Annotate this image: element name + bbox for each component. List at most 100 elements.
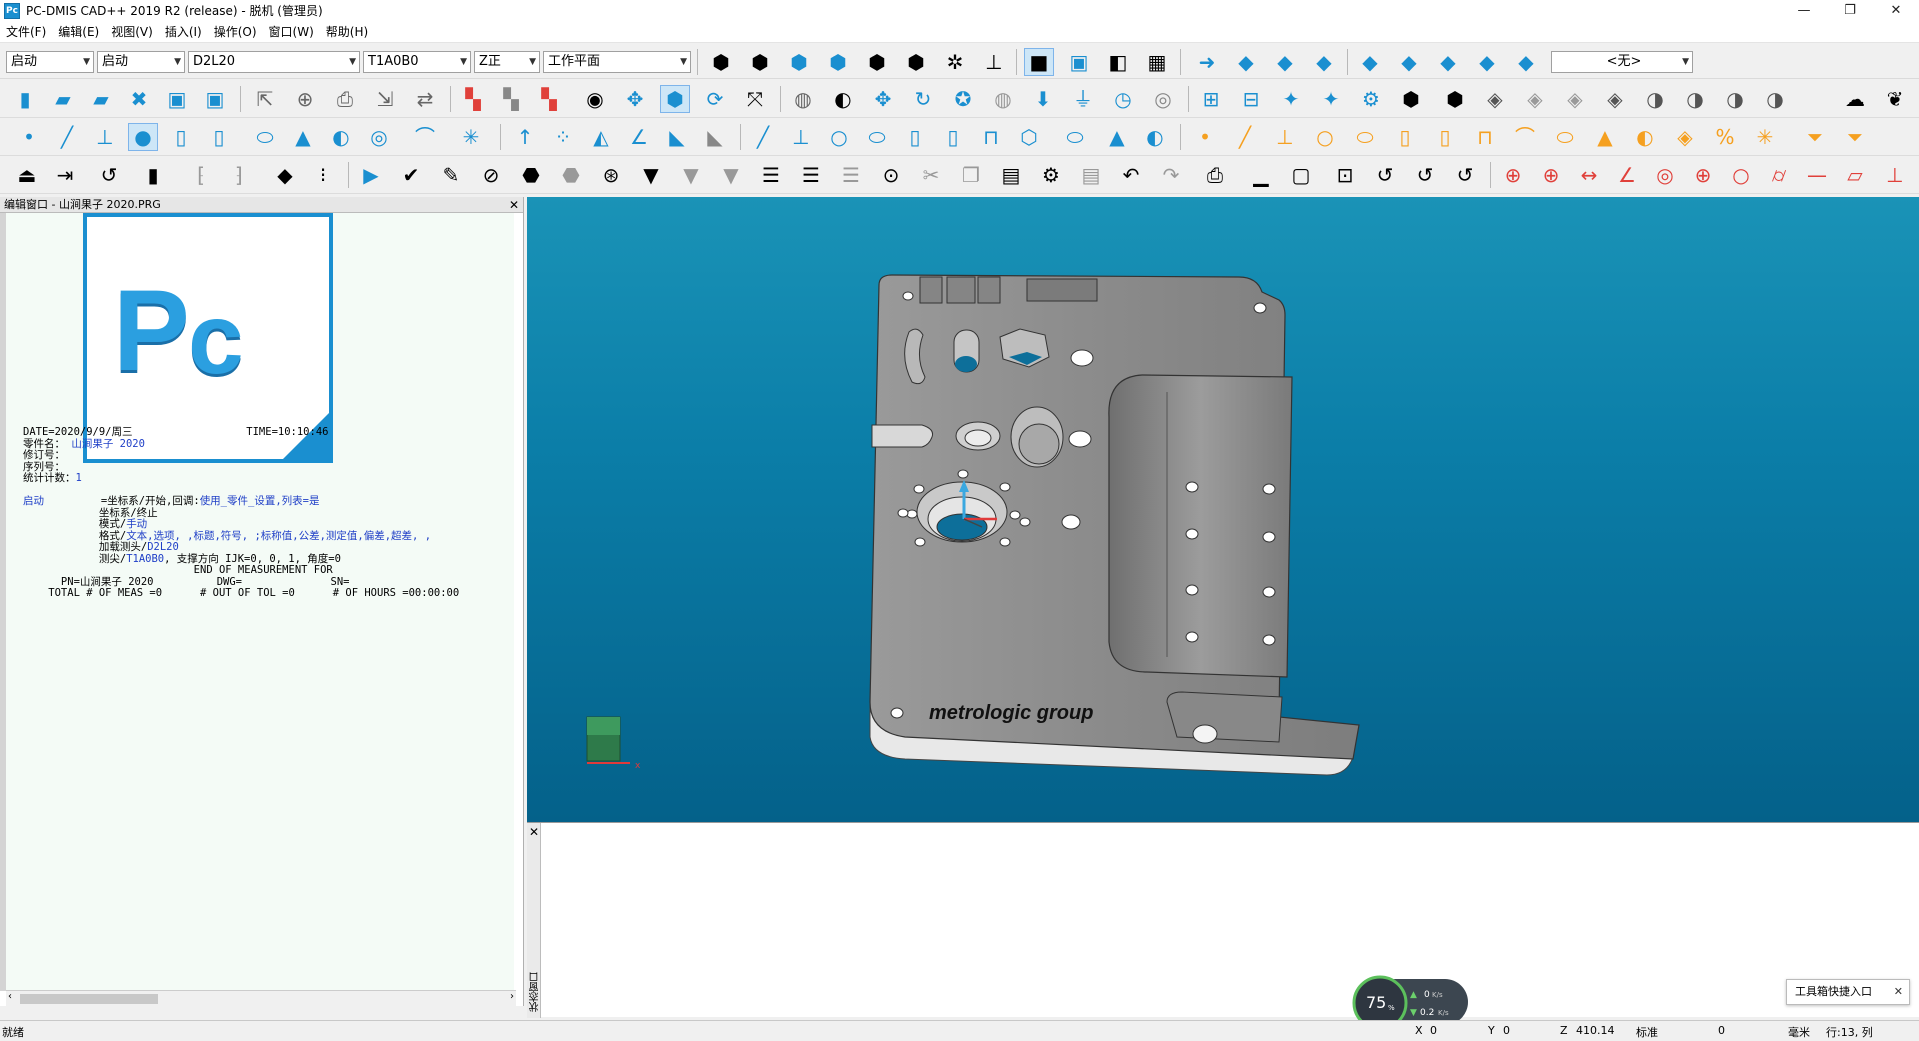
probe-down-icon[interactable]: ⬇ [1028, 85, 1058, 113]
probe-mode-icon[interactable]: ⏏ [12, 161, 42, 189]
close-file-icon[interactable]: ✖ [124, 85, 154, 113]
menu-operation[interactable]: 操作(O) [208, 21, 263, 43]
refresh-icon[interactable]: ⟳ [700, 85, 730, 113]
cube-tool-6-icon[interactable]: ◆ [1433, 48, 1463, 76]
settings-paste-icon[interactable]: ⚙ [1036, 161, 1066, 189]
stop-grey-icon[interactable]: ⬣ [556, 161, 586, 189]
settings-cube-icon[interactable]: ✦ [1316, 85, 1346, 113]
gear-cube-icon[interactable]: ⚙ [1356, 85, 1386, 113]
wireframe-mode-icon[interactable]: ▣ [1064, 48, 1094, 76]
scatter-icon[interactable]: ⁘ [548, 123, 578, 151]
open-folder-icon[interactable]: ▰ [48, 85, 78, 113]
constructed-point-icon[interactable]: • [1190, 123, 1220, 151]
list-2-icon[interactable]: ☰ [796, 161, 826, 189]
cube-grey-icon[interactable]: ◈ [1520, 85, 1550, 113]
sphere-feature-icon[interactable]: ◐ [326, 123, 356, 151]
menu-file[interactable]: 文件(F) [0, 21, 52, 43]
window-list-icon[interactable]: ⊡ [1330, 161, 1360, 189]
slot-2-icon[interactable]: ▯ [204, 123, 234, 151]
restore-button[interactable]: ❐ [1827, 0, 1873, 21]
save-as-icon[interactable]: ▣ [200, 85, 230, 113]
slot-icon[interactable]: ▯ [166, 123, 196, 151]
constructed-sphere-icon[interactable]: ◐ [1630, 123, 1660, 151]
dim-flatness-icon[interactable]: ▱ [1840, 161, 1870, 189]
point-icon[interactable]: • [14, 123, 44, 151]
sphere-icon[interactable]: ◐ [828, 85, 858, 113]
scroll-right-icon[interactable]: › [510, 991, 514, 1002]
dim-perpendicularity-icon[interactable]: ⊥ [1880, 161, 1910, 189]
check-doc-icon[interactable]: ✎ [436, 161, 466, 189]
dim-distance-icon[interactable]: ↔ [1574, 161, 1604, 189]
shade-mode-icon[interactable]: ◧ [1103, 48, 1133, 76]
vector-point-icon[interactable]: ↑ [510, 123, 540, 151]
constructed-star-icon[interactable]: ✳ [1750, 123, 1780, 151]
constructed-line-icon[interactable]: ╱ [1230, 123, 1260, 151]
brackets-2-icon[interactable]: ⁆ [224, 161, 254, 189]
slot-4-icon[interactable]: ▯ [938, 123, 968, 151]
cloud-icon[interactable]: ☁ [1840, 85, 1870, 113]
horizontal-scrollbar[interactable]: ‹ › [6, 990, 516, 1006]
print-import-icon[interactable]: ⎙ [330, 85, 360, 113]
view-alignment-select[interactable]: 启动 ▼ [97, 51, 185, 73]
angle-icon[interactable]: ∠ [624, 123, 654, 151]
constructed-curve-icon[interactable]: ⌒ [1510, 123, 1540, 151]
panel-icon[interactable]: ⊞ [1196, 85, 1226, 113]
cylinder-2-icon[interactable]: ⬭ [1060, 123, 1090, 151]
cube-grey-2-icon[interactable]: ◈ [1560, 85, 1590, 113]
view-iso-4-icon[interactable]: ⬢ [823, 48, 853, 76]
sphere-grey-icon[interactable]: ◍ [788, 85, 818, 113]
brackets-icon[interactable]: ⁅ [186, 161, 216, 189]
light-icon[interactable]: ✦ [1276, 85, 1306, 113]
counter-icon[interactable]: ▮ [138, 161, 168, 189]
probe-path-4-icon[interactable]: ◑ [1760, 85, 1790, 113]
menu-help[interactable]: 帮助(H) [320, 21, 374, 43]
export-icon[interactable]: ⇲ [370, 85, 400, 113]
notch-icon[interactable]: ⊓ [976, 123, 1006, 151]
cube-tool-2-icon[interactable]: ◆ [1270, 48, 1300, 76]
editor-content[interactable]: P P c c DATE=2020/9/9/周三 TIME=10:10:46 零件… [6, 213, 514, 991]
solid-mode-icon[interactable]: ■ [1024, 48, 1054, 76]
undo-icon[interactable]: ↺ [94, 161, 124, 189]
checkmark-icon[interactable]: ✔ [396, 161, 426, 189]
dim-location-icon[interactable]: ⊕ [1498, 161, 1528, 189]
undo-2-icon[interactable]: ↶ [1116, 161, 1146, 189]
scissors-icon[interactable]: ✂ [916, 161, 946, 189]
copy-icon[interactable]: ❐ [956, 161, 986, 189]
minimize-button[interactable]: — [1781, 0, 1827, 21]
menu-window[interactable]: 窗口(W) [263, 21, 320, 43]
cube-tool-5-icon[interactable]: ◆ [1394, 48, 1424, 76]
cube-stack-icon[interactable]: ◈ [1600, 85, 1630, 113]
ellipse-icon[interactable]: ⬭ [862, 123, 892, 151]
pan-icon[interactable]: ✥ [620, 85, 650, 113]
no-check-icon[interactable]: ⊘ [476, 161, 506, 189]
bookmark-icon[interactable]: ▼ [636, 161, 666, 189]
link-icon[interactable]: ⊙ [876, 161, 906, 189]
paste-icon[interactable]: ▤ [996, 161, 1026, 189]
corner-icon[interactable]: ◣ [662, 123, 692, 151]
globe-icon[interactable]: ◎ [1148, 85, 1178, 113]
orbit-icon[interactable]: ✪ [948, 85, 978, 113]
redo-icon[interactable]: ↷ [1156, 161, 1186, 189]
arrow-tool-icon[interactable]: ➜ [1192, 48, 1222, 76]
sphere-2-icon[interactable]: ◐ [1140, 123, 1170, 151]
constructed-cylinder-icon[interactable]: ⬭ [1550, 123, 1580, 151]
leaf-icon[interactable]: ❦ [1880, 85, 1910, 113]
list-3-icon[interactable]: ☰ [836, 161, 866, 189]
color-icon[interactable]: ▚ [458, 85, 488, 113]
bookmark-grey-2-icon[interactable]: ▼ [716, 161, 746, 189]
play-icon[interactable]: ▶ [356, 161, 386, 189]
new-file-icon[interactable]: ▮ [10, 85, 40, 113]
window-undo-3-icon[interactable]: ↺ [1450, 161, 1480, 189]
dim-straightness-icon[interactable]: — [1802, 161, 1832, 189]
edge-icon[interactable]: ◭ [586, 123, 616, 151]
scrollbar-thumb[interactable] [20, 994, 158, 1004]
camera-tool-icon[interactable]: ◆ [1511, 48, 1541, 76]
scroll-left-icon[interactable]: ‹ [8, 991, 12, 1002]
cube-tool-1-icon[interactable]: ◆ [1231, 48, 1261, 76]
view-iso-3-icon[interactable]: ⬢ [784, 48, 814, 76]
probe-select[interactable]: D2L20 ▼ [188, 51, 360, 73]
dim-cylindricity-icon[interactable]: ⌭ [1764, 161, 1794, 189]
minimize-window-icon[interactable]: ▁ [1246, 161, 1276, 189]
close-button[interactable]: ✕ [1873, 0, 1919, 21]
constructed-set-icon[interactable]: ◈ [1670, 123, 1700, 151]
